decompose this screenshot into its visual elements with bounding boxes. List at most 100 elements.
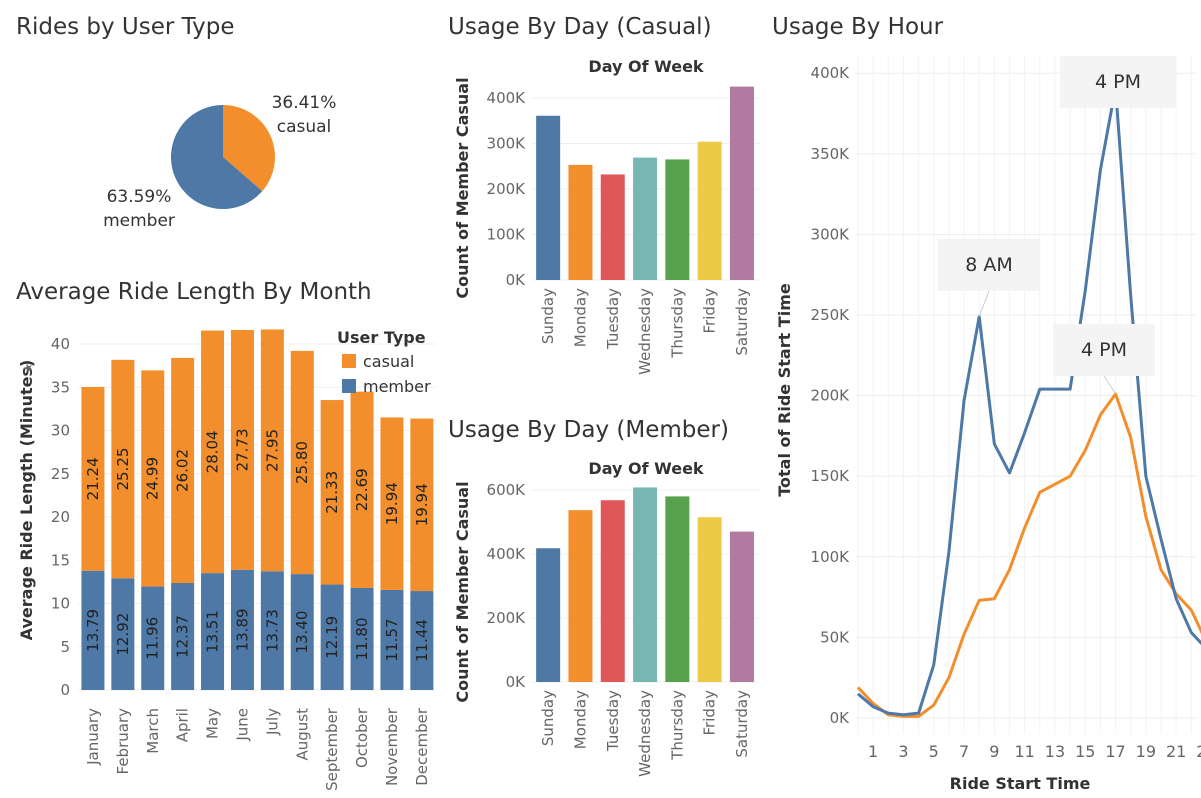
month-value-label-member: 13.89 — [233, 608, 251, 651]
month-y-tick: 40 — [51, 335, 70, 353]
casual-x-tick: Wednesday — [636, 288, 654, 375]
month-value-label-casual: 19.94 — [383, 482, 401, 525]
month-value-label-casual: 28.04 — [204, 430, 222, 473]
casual-bar-monday — [568, 164, 593, 280]
month-value-label-casual: 21.33 — [323, 471, 341, 514]
month-y-tick: 20 — [51, 508, 70, 526]
pie-label-casual-name: casual — [277, 117, 332, 137]
month-value-label-casual: 25.80 — [293, 441, 311, 484]
month-y-axis-title: Average Ride Length (Minutes) — [17, 360, 36, 641]
casual-bar-thursday — [665, 159, 690, 280]
month-x-tick: April — [174, 708, 192, 742]
casual-y-axis-title: Count of Member Casual — [453, 77, 472, 298]
month-value-label-member: 12.19 — [323, 616, 341, 659]
member-x-tick: Friday — [701, 690, 719, 736]
month-x-tick: February — [114, 708, 132, 775]
hour-x-tick: 19 — [1136, 742, 1156, 761]
dashboard-canvas: 36.41%casual63.59%member0510152025303540… — [17, 56, 1201, 793]
hour-y-axis-title: Total of Ride Start Time — [775, 283, 794, 497]
month-value-label-casual: 25.25 — [114, 448, 132, 491]
casual-bar-saturday — [729, 86, 754, 280]
legend-label-member: member — [363, 377, 431, 396]
casual-y-tick: 400K — [487, 89, 527, 107]
pie-label-casual-pct: 36.41% — [272, 93, 337, 113]
month-y-tick: 35 — [51, 378, 70, 396]
member-x-tick: Thursday — [668, 690, 686, 761]
month-x-tick: October — [353, 707, 371, 768]
member-y-tick: 0K — [506, 673, 527, 691]
hour-y-tick: 350K — [811, 145, 851, 163]
month-y-tick: 15 — [51, 551, 70, 569]
hour-x-tick: 17 — [1105, 742, 1125, 761]
hour-line-casual — [856, 392, 1201, 718]
month-value-label-member: 13.73 — [263, 609, 281, 652]
hour-y-tick: 100K — [811, 548, 851, 566]
month-x-tick: May — [204, 708, 222, 739]
pie-label-member-pct: 63.59% — [107, 187, 172, 207]
casual-x-tick: Monday — [571, 288, 589, 347]
member-x-tick: Saturday — [733, 690, 751, 758]
hour-x-tick: 7 — [959, 742, 969, 761]
month-x-tick: January — [84, 708, 102, 766]
casual-x-tick: Thursday — [668, 288, 686, 359]
month-value-label-member: 12.37 — [174, 615, 192, 658]
month-value-label-casual: 27.95 — [263, 429, 281, 472]
member-x-tick: Tuesday — [604, 690, 622, 752]
month-value-label-member: 13.79 — [84, 609, 102, 652]
hour-x-tick: 23 — [1196, 742, 1201, 761]
member-y-tick: 600K — [487, 481, 527, 499]
hour-annotation-label: 4 PM — [1095, 71, 1141, 93]
hour-y-tick: 150K — [811, 467, 851, 485]
hour-x-tick: 13 — [1045, 742, 1065, 761]
hour-x-axis-title: Ride Start Time — [950, 774, 1091, 793]
hour-x-tick: 3 — [898, 742, 908, 761]
hour-annotation-label: 4 PM — [1081, 339, 1127, 361]
month-value-label-casual: 24.99 — [144, 457, 162, 500]
month-x-tick: November — [383, 707, 401, 786]
hour-x-tick: 5 — [929, 742, 939, 761]
hour-y-tick: 400K — [811, 64, 851, 82]
month-value-label-member: 13.51 — [204, 610, 222, 653]
month-y-tick: 5 — [60, 638, 70, 656]
hour-x-tick: 21 — [1166, 742, 1186, 761]
member-x-tick: Monday — [571, 690, 589, 749]
casual-x-tick: Sunday — [539, 288, 557, 344]
month-value-label-casual: 26.02 — [174, 449, 192, 492]
month-value-label-member: 11.80 — [353, 617, 371, 660]
month-y-tick: 25 — [51, 465, 70, 483]
member-bar-monday — [568, 510, 593, 682]
member-bar-saturday — [729, 531, 754, 682]
casual-y-tick: 200K — [487, 180, 527, 198]
member-bar-tuesday — [600, 500, 625, 682]
casual-bar-wednesday — [633, 157, 658, 280]
hour-x-tick: 1 — [868, 742, 878, 761]
casual-x-tick: Friday — [701, 288, 719, 334]
hour-x-tick: 9 — [989, 742, 999, 761]
month-value-label-member: 11.57 — [383, 618, 401, 661]
member-top-label: Day Of Week — [588, 459, 704, 478]
month-value-label-casual: 21.24 — [84, 457, 102, 500]
member-bar-thursday — [665, 496, 690, 682]
month-value-label-casual: 22.69 — [353, 468, 371, 511]
month-y-tick: 10 — [51, 595, 70, 613]
legend-label-casual: casual — [363, 352, 414, 371]
legend-swatch-member — [342, 379, 356, 393]
casual-y-tick: 100K — [487, 226, 527, 244]
month-legend-title: User Type — [337, 328, 426, 347]
hour-x-tick: 15 — [1075, 742, 1095, 761]
month-value-label-member: 13.40 — [293, 611, 311, 654]
month-x-tick: July — [263, 708, 281, 736]
member-x-tick: Wednesday — [636, 690, 654, 777]
month-value-label-member: 12.92 — [114, 613, 132, 656]
hour-annotation-leader — [978, 290, 990, 317]
hour-annotation-label: 8 AM — [965, 254, 1013, 276]
member-bar-sunday — [536, 548, 561, 682]
casual-bar-tuesday — [600, 174, 625, 280]
hour-y-tick: 200K — [811, 387, 851, 405]
month-value-label-member: 11.44 — [413, 619, 431, 662]
month-value-label-member: 11.96 — [144, 617, 162, 660]
member-x-tick: Sunday — [539, 690, 557, 746]
casual-y-tick: 0K — [506, 271, 527, 289]
hour-y-tick: 50K — [820, 628, 850, 646]
legend-swatch-casual — [342, 354, 356, 368]
